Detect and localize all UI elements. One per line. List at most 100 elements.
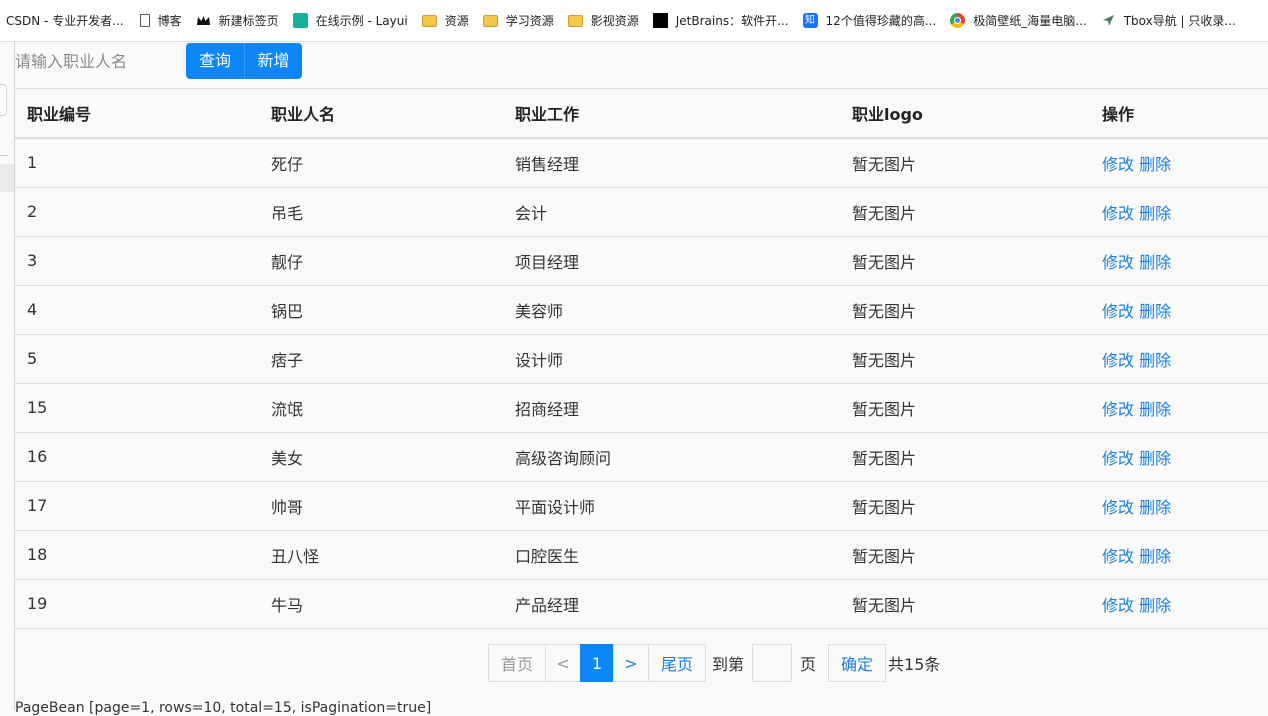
edit-link[interactable]: 修改 <box>1102 253 1134 272</box>
prev-page-button[interactable]: < <box>545 644 581 682</box>
bookmark-item[interactable]: CSDN - 专业开发者... <box>6 9 124 33</box>
cell-job: 平面设计师 <box>503 480 840 530</box>
delete-link[interactable]: 删除 <box>1139 155 1171 174</box>
last-page-button[interactable]: 尾页 <box>648 644 706 682</box>
cell-job: 设计师 <box>503 333 840 383</box>
cell-actions: 修改 删除 <box>1090 529 1268 579</box>
bookmark-item[interactable]: 在线示例 - Layui <box>292 9 408 33</box>
delete-link[interactable]: 删除 <box>1139 253 1171 272</box>
delete-link[interactable]: 删除 <box>1139 351 1171 370</box>
cell-logo: 暂无图片 <box>840 333 1090 383</box>
bookmark-label: Tbox导航 | 只收录... <box>1123 14 1236 28</box>
delete-link[interactable]: 删除 <box>1139 204 1171 223</box>
cell-job: 会计 <box>503 186 840 236</box>
first-page-button[interactable]: 首页 <box>488 644 546 682</box>
edit-link[interactable]: 修改 <box>1102 547 1134 566</box>
cell-name: 帅哥 <box>259 480 503 530</box>
folder-icon <box>482 14 498 27</box>
page-icon <box>139 14 150 27</box>
bookmark-label: 资源 <box>444 14 469 28</box>
delete-link[interactable]: 删除 <box>1139 449 1171 468</box>
cell-actions: 修改 删除 <box>1090 578 1268 629</box>
add-button[interactable]: 新增 <box>244 43 302 79</box>
edit-link[interactable]: 修改 <box>1102 596 1134 615</box>
cell-id: 15 <box>15 382 259 432</box>
page-number-input[interactable] <box>752 644 793 682</box>
bookmark-item[interactable]: JetBrains：软件开... <box>652 9 789 33</box>
delete-link[interactable]: 删除 <box>1139 547 1171 566</box>
edit-link[interactable]: 修改 <box>1102 155 1134 174</box>
cell-name: 美女 <box>259 431 503 481</box>
cell-actions: 修改 删除 <box>1090 284 1268 334</box>
bookmark-item[interactable]: 知 12个值得珍藏的高... <box>802 9 937 33</box>
search-input[interactable] <box>15 43 183 79</box>
column-header-id: 职业编号 <box>15 88 259 139</box>
cell-job: 产品经理 <box>503 578 840 629</box>
edit-link[interactable]: 修改 <box>1102 351 1134 370</box>
bookmark-item[interactable]: Tbox导航 | 只收录... <box>1101 9 1236 33</box>
bookmarks-bar: CSDN - 专业开发者... 博客 新建标签页 在线示例 - Layui 资源 学习资源… <box>0 0 1268 42</box>
cell-logo: 暂无图片 <box>840 284 1090 334</box>
sidebar-toggle-tab[interactable] <box>0 84 7 116</box>
delete-link[interactable]: 删除 <box>1139 596 1171 615</box>
cell-name: 丑八怪 <box>259 529 503 579</box>
cell-job: 项目经理 <box>503 235 840 285</box>
cell-job: 美容师 <box>503 284 840 334</box>
table-row: 19 牛马 产品经理 暂无图片 修改 删除 <box>15 578 1268 629</box>
cell-id: 17 <box>15 480 259 530</box>
bookmark-item[interactable]: 学习资源 <box>482 9 554 33</box>
edit-link[interactable]: 修改 <box>1102 204 1134 223</box>
cell-id: 4 <box>15 284 259 334</box>
table-row: 3 靓仔 项目经理 暂无图片 修改 删除 <box>15 235 1268 285</box>
cell-id: 3 <box>15 235 259 285</box>
cell-id: 5 <box>15 333 259 383</box>
bookmark-item[interactable]: 博客 <box>138 9 182 33</box>
delete-link[interactable]: 删除 <box>1139 498 1171 517</box>
cell-name: 锅巴 <box>259 284 503 334</box>
cell-job: 高级咨询顾问 <box>503 431 840 481</box>
cell-actions: 修改 删除 <box>1090 333 1268 383</box>
cell-logo: 暂无图片 <box>840 235 1090 285</box>
navigation-icon <box>1101 13 1116 28</box>
crown-icon <box>196 13 211 28</box>
bookmark-item[interactable]: 资源 <box>421 9 469 33</box>
cell-actions: 修改 删除 <box>1090 480 1268 530</box>
cell-id: 2 <box>15 186 259 236</box>
cell-id: 1 <box>15 137 259 187</box>
bookmark-label: JetBrains：软件开... <box>675 14 789 28</box>
table-row: 1 死仔 销售经理 暂无图片 修改 删除 <box>15 137 1268 187</box>
bookmark-label: 12个值得珍藏的高... <box>825 14 937 28</box>
page-number-button[interactable]: 1 <box>580 644 614 682</box>
next-page-button[interactable]: > <box>613 644 649 682</box>
edit-link[interactable]: 修改 <box>1102 400 1134 419</box>
bookmark-label: CSDN - 专业开发者... <box>6 14 124 28</box>
edit-link[interactable]: 修改 <box>1102 302 1134 321</box>
cell-logo: 暂无图片 <box>840 480 1090 530</box>
query-button[interactable]: 查询 <box>186 43 244 79</box>
pagination: 首页 < 1 > 尾页 到第 页 确定 共15条 <box>488 644 940 682</box>
cell-name: 死仔 <box>259 137 503 187</box>
bookmark-item[interactable]: 影视资源 <box>567 9 639 33</box>
table-row: 2 吊毛 会计 暂无图片 修改 删除 <box>15 186 1268 236</box>
bookmark-label: 博客 <box>157 14 182 28</box>
cell-name: 靓仔 <box>259 235 503 285</box>
column-header-job: 职业工作 <box>503 88 840 139</box>
column-header-actions: 操作 <box>1090 88 1268 139</box>
cell-actions: 修改 删除 <box>1090 235 1268 285</box>
edit-link[interactable]: 修改 <box>1102 498 1134 517</box>
sidebar-highlight <box>0 164 14 192</box>
bookmark-item[interactable]: 极简壁纸_海量电脑... <box>950 9 1087 33</box>
table-row: 17 帅哥 平面设计师 暂无图片 修改 删除 <box>15 480 1268 530</box>
cell-id: 16 <box>15 431 259 481</box>
delete-link[interactable]: 删除 <box>1139 400 1171 419</box>
bookmark-item[interactable]: 新建标签页 <box>196 9 279 33</box>
column-header-logo: 职业logo <box>840 88 1090 139</box>
cell-job: 销售经理 <box>503 137 840 187</box>
table-row: 18 丑八怪 口腔医生 暂无图片 修改 删除 <box>15 529 1268 579</box>
edit-link[interactable]: 修改 <box>1102 449 1134 468</box>
cell-name: 流氓 <box>259 382 503 432</box>
total-count-text: 共15条 <box>888 655 941 674</box>
confirm-page-button[interactable]: 确定 <box>828 644 887 682</box>
delete-link[interactable]: 删除 <box>1139 302 1171 321</box>
cell-logo: 暂无图片 <box>840 186 1090 236</box>
